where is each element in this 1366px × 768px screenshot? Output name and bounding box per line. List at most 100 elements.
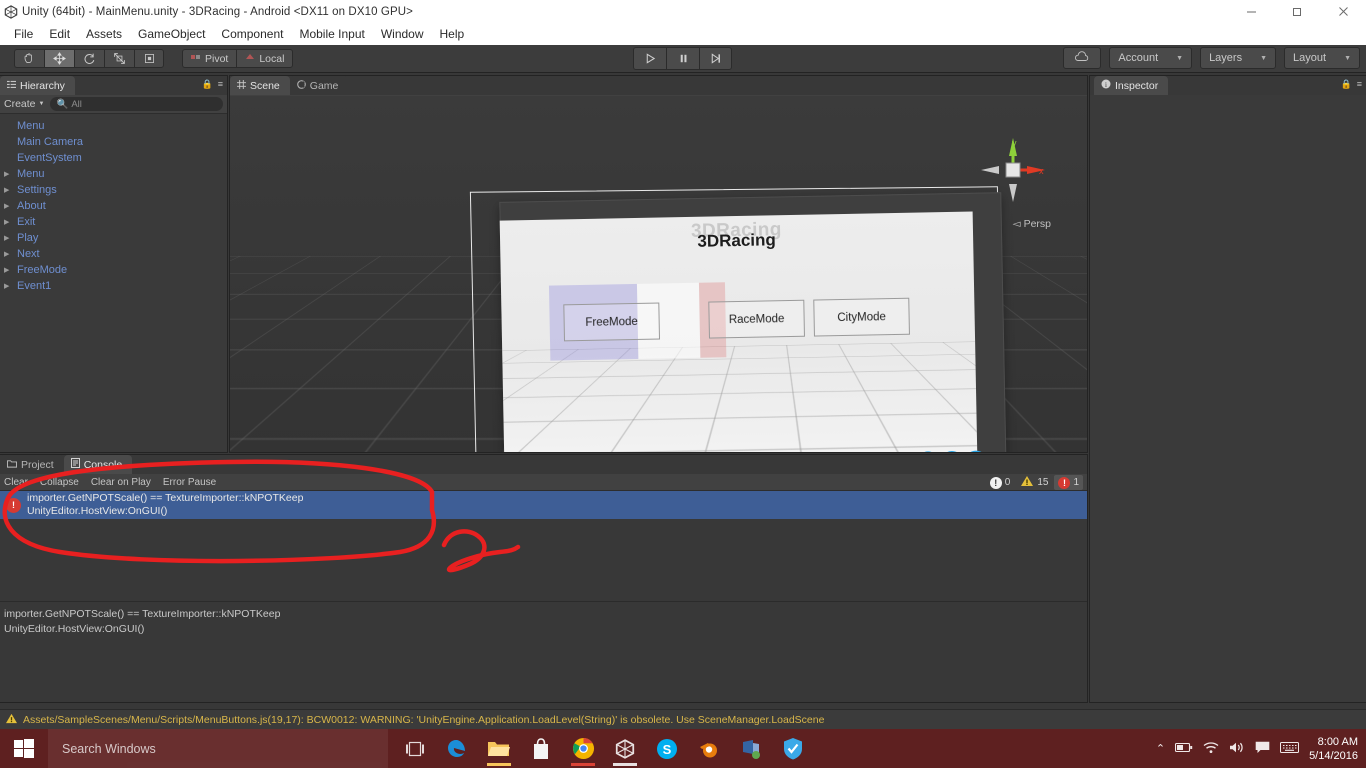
racemode-button[interactable]: RaceMode (708, 300, 805, 339)
hierarchy-search-input[interactable]: 🔍 All (50, 97, 223, 111)
menu-item-file[interactable]: File (6, 25, 41, 43)
foldout-icon[interactable]: ▶ (4, 202, 15, 210)
hierarchy-item-next[interactable]: ▶Next (0, 246, 227, 262)
chrome-icon[interactable] (568, 732, 598, 766)
battery-icon[interactable] (1175, 742, 1193, 756)
collab-cloud-button[interactable] (1063, 47, 1101, 69)
pause-button[interactable] (666, 47, 699, 70)
console-log-list[interactable]: ! importer.GetNPOTScale() == TextureImpo… (0, 491, 1087, 519)
keyboard-icon[interactable] (1280, 741, 1299, 757)
citymode-label: CityMode (837, 311, 886, 324)
tab-inspector[interactable]: i Inspector (1094, 76, 1168, 95)
close-icon[interactable] (1320, 0, 1366, 23)
edge-icon[interactable] (442, 732, 472, 766)
move-tool[interactable] (44, 49, 74, 68)
scale-tool[interactable] (104, 49, 134, 68)
minimize-icon[interactable] (1228, 0, 1274, 23)
show-hidden-icons-icon[interactable]: ⌃ (1156, 742, 1165, 755)
tab-inspector-label: Inspector (1115, 80, 1158, 92)
hierarchy-item-event1[interactable]: ▶Event1 (0, 278, 227, 294)
layout-button[interactable]: Layout ▼ (1284, 47, 1360, 69)
hierarchy-search-placeholder: All (71, 99, 82, 110)
lock-icon[interactable]: 🔒 (202, 79, 213, 90)
pivot-button[interactable]: Pivot (182, 49, 236, 68)
volume-icon[interactable] (1229, 741, 1245, 757)
menu-item-edit[interactable]: Edit (41, 25, 78, 43)
skype-icon[interactable]: S (652, 732, 682, 766)
foldout-icon[interactable]: ▶ (4, 170, 15, 178)
menu-item-assets[interactable]: Assets (78, 25, 130, 43)
social-icons-group: f t u (917, 450, 987, 452)
account-button[interactable]: Account ▼ (1109, 47, 1192, 69)
maximize-icon[interactable] (1274, 0, 1320, 23)
search-input[interactable]: Search Windows (48, 729, 388, 768)
hierarchy-item-eventsystem[interactable]: ▶EventSystem (0, 150, 227, 166)
rotate-tool[interactable] (74, 49, 104, 68)
error-count-chip[interactable]: ! 1 (1054, 475, 1083, 490)
hierarchy-item-menu-scene[interactable]: ▶Menu (0, 118, 227, 134)
console-log-row[interactable]: ! importer.GetNPOTScale() == TextureImpo… (0, 491, 1087, 519)
error-pause-button[interactable]: Error Pause (163, 477, 216, 488)
task-view-icon[interactable] (400, 732, 430, 766)
freemode-button[interactable]: FreeMode (563, 303, 660, 342)
taskbar-clock[interactable]: 8:00 AM 5/14/2016 (1309, 735, 1358, 763)
tab-hierarchy[interactable]: Hierarchy (0, 76, 75, 95)
perspective-toggle[interactable]: ◅ Persp (1012, 218, 1051, 230)
collapse-button[interactable]: Collapse (40, 477, 79, 488)
clear-on-play-button[interactable]: Clear on Play (91, 477, 151, 488)
rect-tool[interactable] (134, 49, 164, 68)
menu-item-gameobject[interactable]: GameObject (130, 25, 213, 43)
hierarchy-item-exit[interactable]: ▶Exit (0, 214, 227, 230)
layers-button[interactable]: Layers ▼ (1200, 47, 1276, 69)
create-button[interactable]: Create ▼ (4, 98, 44, 110)
lock-icon[interactable]: 🔒 (1341, 79, 1352, 90)
warning-count-chip[interactable]: 15 (1016, 475, 1052, 490)
info-count-chip[interactable]: ! 0 (986, 475, 1015, 490)
scene-viewport[interactable]: 3DRacing 3DRacing FreeMode RaceMode City… (230, 96, 1087, 452)
panel-menu-icon[interactable]: ≡ (218, 79, 223, 90)
tab-console[interactable]: Console (64, 455, 133, 474)
log-message-line1: importer.GetNPOTScale() == TextureImport… (27, 492, 303, 505)
foldout-icon[interactable]: ▶ (4, 186, 15, 194)
clear-button[interactable]: Clear (4, 477, 28, 488)
security-icon[interactable] (778, 732, 808, 766)
hierarchy-item-about[interactable]: ▶About (0, 198, 227, 214)
hierarchy-item-settings[interactable]: ▶Settings (0, 182, 227, 198)
status-bar[interactable]: Assets/SampleScenes/Menu/Scripts/MenuBut… (0, 709, 1366, 729)
menu-item-mobile-input[interactable]: Mobile Input (291, 25, 372, 43)
hierarchy-item-freemode[interactable]: ▶FreeMode (0, 262, 227, 278)
menu-item-window[interactable]: Window (373, 25, 432, 43)
tab-project[interactable]: Project (0, 455, 64, 474)
facebook-icon[interactable]: f (917, 451, 939, 452)
scene-view-gizmo[interactable]: y x (977, 134, 1049, 206)
unity-icon[interactable] (610, 732, 640, 766)
step-button[interactable] (699, 47, 732, 70)
file-explorer-icon[interactable] (484, 732, 514, 766)
menu-item-help[interactable]: Help (432, 25, 473, 43)
hierarchy-item-main-camera[interactable]: ▶Main Camera (0, 134, 227, 150)
play-button[interactable] (633, 47, 666, 70)
foldout-icon[interactable]: ▶ (4, 282, 15, 290)
hierarchy-item-play[interactable]: ▶Play (0, 230, 227, 246)
monodevelop-icon[interactable] (736, 732, 766, 766)
panel-menu-icon[interactable]: ≡ (1357, 79, 1362, 90)
foldout-icon[interactable]: ▶ (4, 250, 15, 258)
wifi-icon[interactable] (1203, 741, 1219, 757)
action-center-icon[interactable] (1255, 741, 1270, 757)
foldout-icon[interactable]: ▶ (4, 218, 15, 226)
twitter-icon[interactable]: t (941, 451, 963, 452)
tab-scene[interactable]: Scene (230, 76, 290, 95)
hierarchy-item-menu[interactable]: ▶Menu (0, 166, 227, 182)
hand-tool[interactable] (14, 49, 44, 68)
menu-item-component[interactable]: Component (213, 25, 291, 43)
blender-icon[interactable] (694, 732, 724, 766)
unity-share-icon[interactable]: u (965, 450, 987, 452)
windows-start-icon[interactable] (0, 729, 48, 768)
hierarchy-tabs: Hierarchy 🔒 ≡ (0, 76, 227, 95)
local-button[interactable]: Local (236, 49, 293, 68)
foldout-icon[interactable]: ▶ (4, 234, 15, 242)
tab-game[interactable]: Game (290, 76, 349, 95)
citymode-button[interactable]: CityMode (813, 298, 910, 337)
store-icon[interactable] (526, 732, 556, 766)
foldout-icon[interactable]: ▶ (4, 266, 15, 274)
